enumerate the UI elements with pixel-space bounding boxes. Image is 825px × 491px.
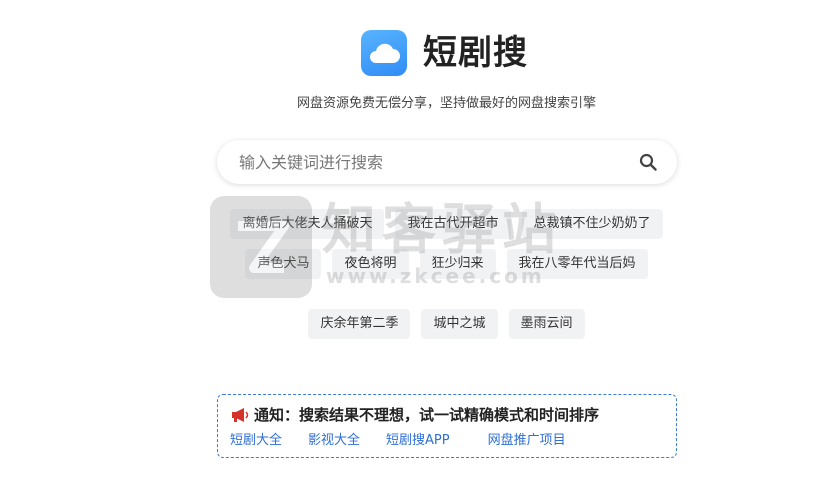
hot-tag[interactable]: 庆余年第二季: [308, 309, 411, 339]
hot-tag[interactable]: 我在八零年代当后妈: [506, 249, 648, 279]
site-title: 短剧搜: [423, 33, 528, 73]
hot-tag[interactable]: 狂少归来: [419, 249, 496, 279]
cloud-icon: [361, 30, 407, 76]
hot-tags-row-1: 离婚后大佬夫人捅破天 我在古代开超市 总裁镇不住少奶奶了: [0, 209, 825, 239]
link-movie-list[interactable]: 影视大全: [308, 429, 360, 448]
search-icon: [639, 153, 657, 171]
hot-tag[interactable]: 墨雨云间: [508, 309, 585, 339]
site-tagline: 网盘资源免费无偿分享，坚持做最好的网盘搜索引擎: [296, 96, 596, 111]
hot-tag[interactable]: 夜色将明: [332, 249, 409, 279]
hot-tag[interactable]: 总裁镇不住少奶奶了: [521, 209, 663, 239]
search-input[interactable]: [237, 151, 637, 173]
search-bar: [217, 140, 677, 184]
hot-tags-row-2: 声色犬马 夜色将明 狂少归来 我在八零年代当后妈: [0, 249, 825, 279]
hot-tag[interactable]: 城中之城: [421, 309, 498, 339]
link-short-drama-list[interactable]: 短剧大全: [230, 429, 282, 448]
hot-tag[interactable]: 声色犬马: [245, 249, 322, 279]
notice-links: 短剧大全 影视大全 短剧搜APP 网盘推广项目: [230, 429, 664, 448]
link-app[interactable]: 短剧搜APP: [386, 429, 450, 448]
hot-tag[interactable]: 离婚后大佬夫人捅破天: [230, 209, 385, 239]
hot-tags-row-3: 庆余年第二季 城中之城 墨雨云间: [0, 309, 825, 339]
notice-heading: 通知：搜索结果不理想，试一试精确模式和时间排序: [230, 405, 664, 425]
notice-box: 通知：搜索结果不理想，试一试精确模式和时间排序 短剧大全 影视大全 短剧搜APP…: [217, 394, 677, 458]
megaphone-icon: [232, 408, 249, 422]
notice-text: 通知：搜索结果不理想，试一试精确模式和时间排序: [254, 406, 600, 424]
search-button[interactable]: [637, 151, 659, 173]
hot-tag[interactable]: 我在古代开超市: [395, 209, 511, 239]
link-promotion[interactable]: 网盘推广项目: [488, 429, 566, 448]
site-logo[interactable]: 短剧搜: [361, 28, 528, 78]
